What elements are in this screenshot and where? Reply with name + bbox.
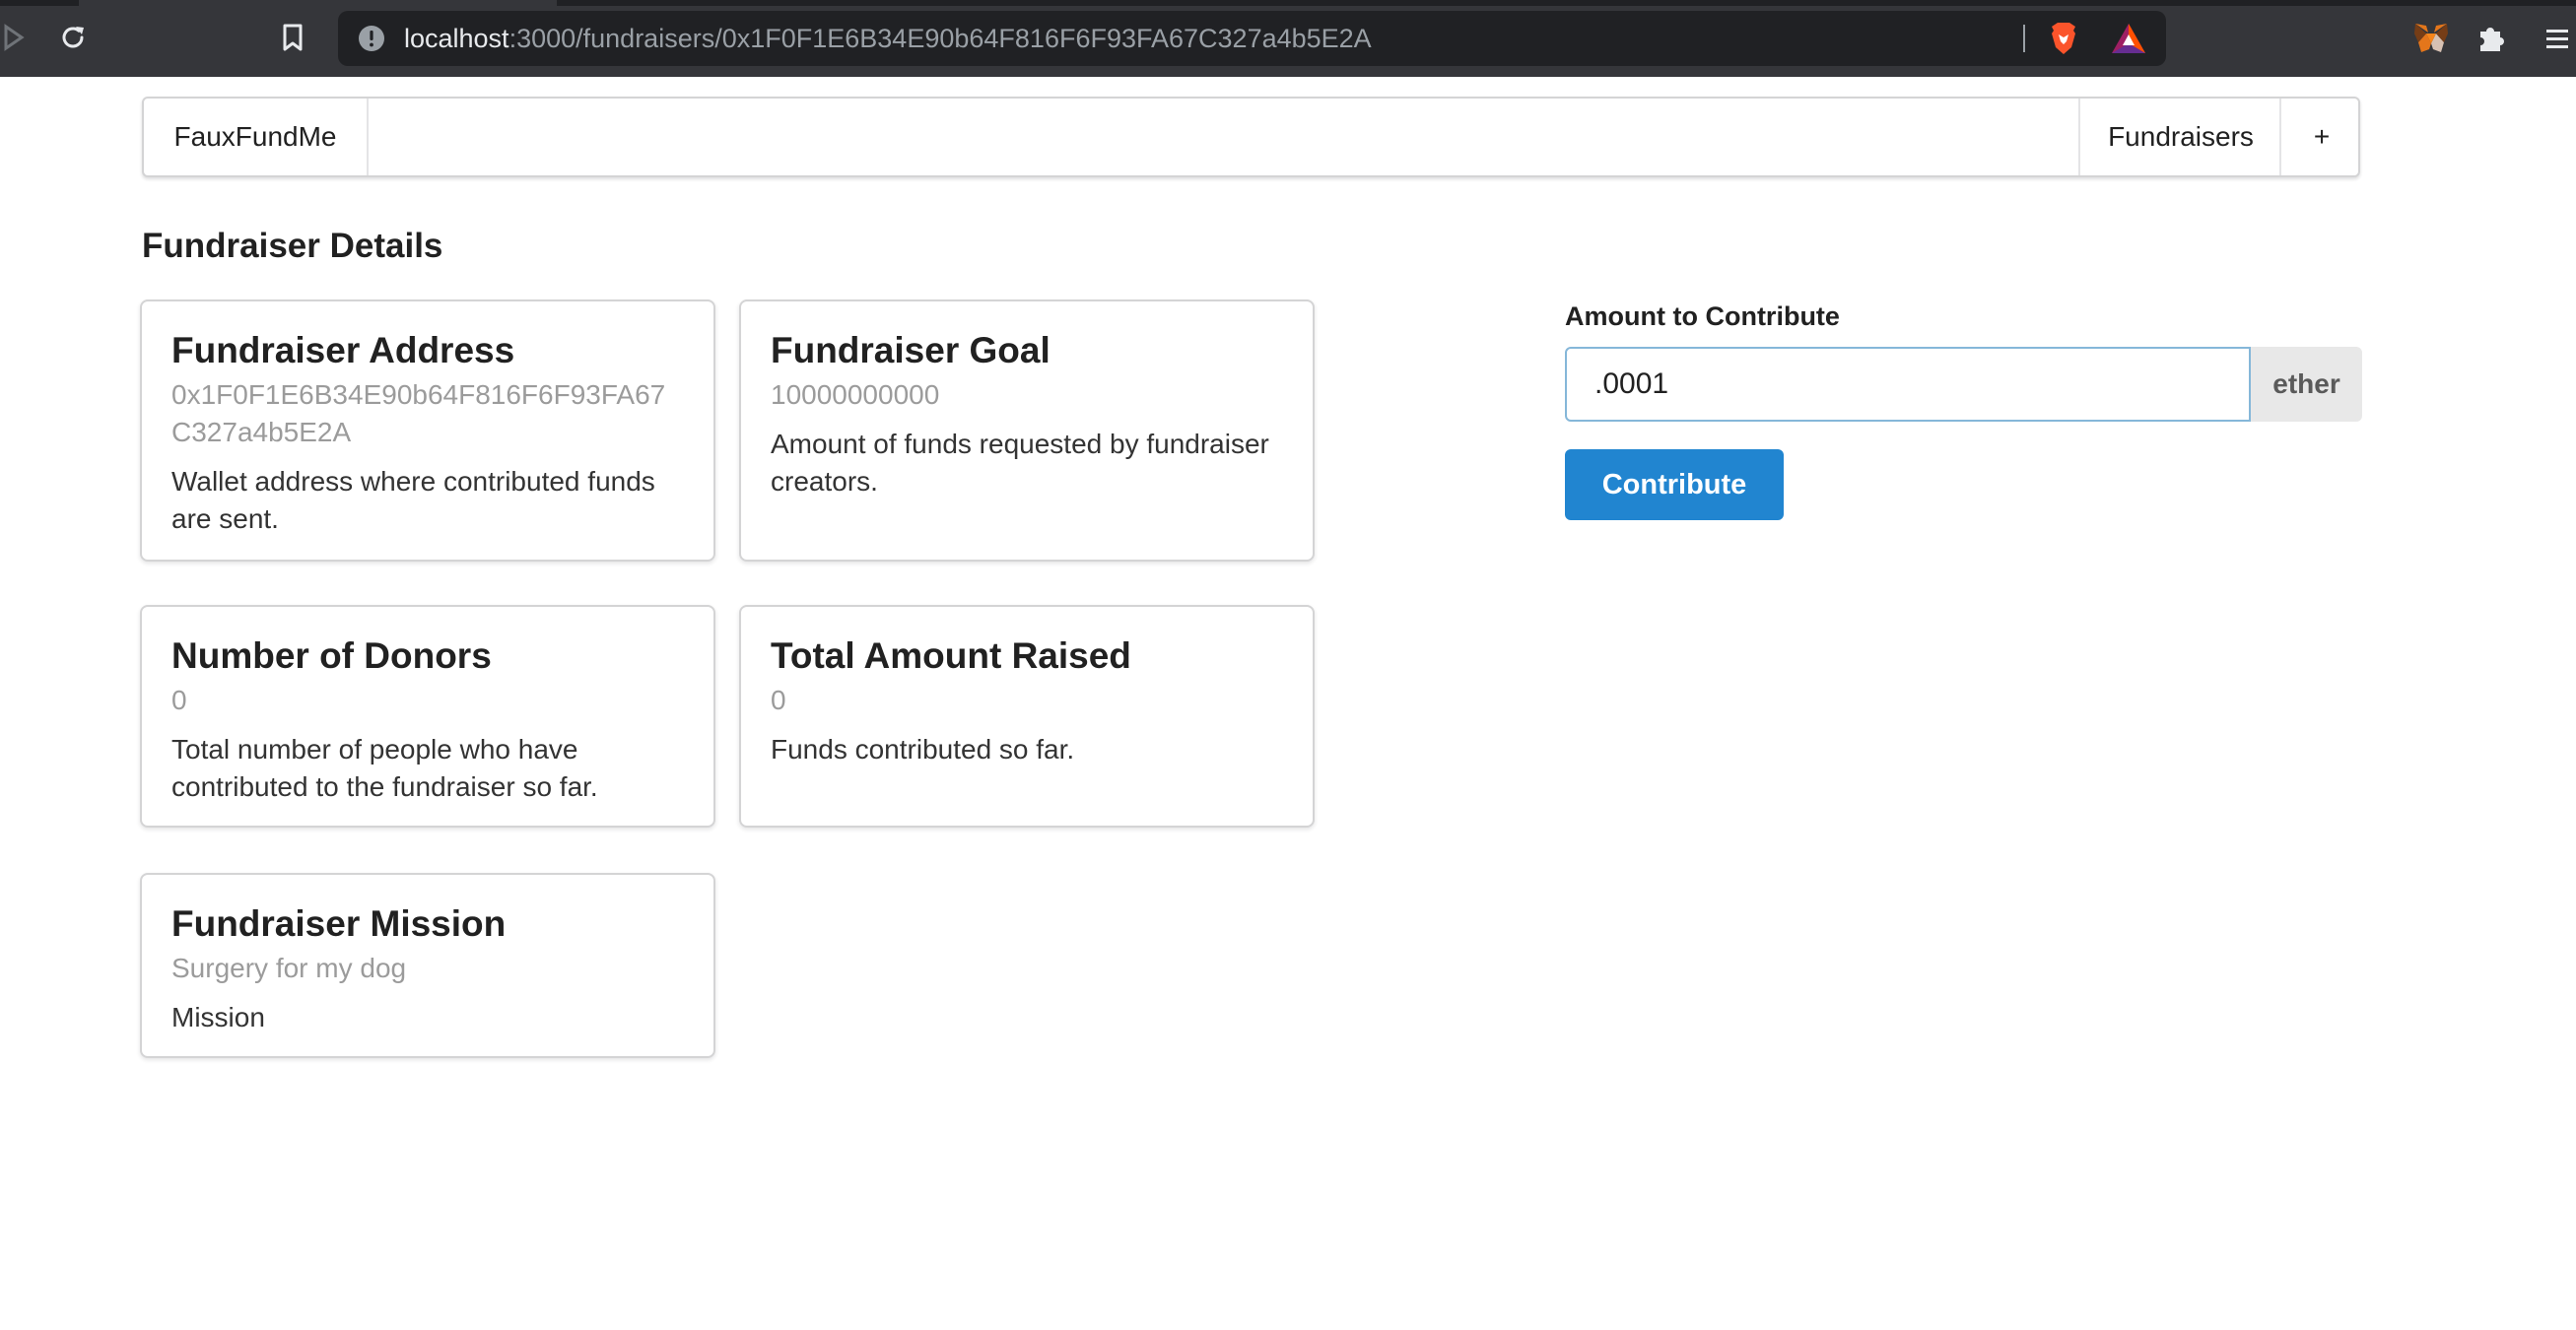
- url-host: localhost: [404, 24, 509, 53]
- site-info-icon[interactable]: [358, 25, 385, 52]
- metamask-icon[interactable]: [2411, 19, 2451, 58]
- url-separator: [2023, 25, 2025, 52]
- url-text[interactable]: localhost:3000/fundraisers/0x1F0F1E6B34E…: [404, 11, 1372, 66]
- card-header: Total Amount Raised: [771, 635, 1131, 676]
- active-tab[interactable]: [79, 0, 557, 6]
- card-meta: Surgery for my dog: [171, 953, 407, 983]
- new-fundraiser-link[interactable]: +: [2279, 99, 2362, 175]
- card-meta: 10000000000: [771, 379, 940, 410]
- contribute-button[interactable]: Contribute: [1565, 449, 1784, 520]
- card-header: Number of Donors: [171, 635, 492, 676]
- brand-link[interactable]: FauxFundMe: [144, 99, 369, 175]
- address-bar[interactable]: localhost:3000/fundraisers/0x1F0F1E6B34E…: [338, 11, 2166, 66]
- card-meta: 0: [171, 685, 187, 715]
- mission-card: Fundraiser Mission Surgery for my dog Mi…: [140, 873, 715, 1058]
- fundraisers-link[interactable]: Fundraisers: [2078, 99, 2281, 175]
- card-description: Mission: [171, 1002, 265, 1032]
- top-menu: FauxFundMe Fundraisers +: [142, 97, 2360, 177]
- url-path: :3000/fundraisers/0x1F0F1E6B34E90b64F816…: [508, 24, 1372, 53]
- card-header: Fundraiser Address: [171, 330, 515, 370]
- card-description: Funds contributed so far.: [771, 734, 1075, 765]
- amount-label: Amount to Contribute: [1565, 301, 1840, 331]
- brave-rewards-icon[interactable]: [2110, 22, 2147, 55]
- reload-icon[interactable]: [53, 18, 93, 57]
- play-icon[interactable]: [0, 18, 34, 57]
- address-card: Fundraiser Address 0x1F0F1E6B34E90b64F81…: [140, 299, 715, 562]
- card-meta: 0x1F0F1E6B34E90b64F816F6F93FA67C327a4b5E…: [171, 379, 666, 447]
- donors-card: Number of Donors 0 Total number of peopl…: [140, 605, 715, 828]
- card-header: Fundraiser Goal: [771, 330, 1051, 370]
- card-header: Fundraiser Mission: [171, 903, 507, 944]
- card-description: Total number of people who have contribu…: [171, 734, 598, 802]
- card-description: Wallet address where contributed funds a…: [171, 466, 655, 534]
- card-description: Amount of funds requested by fundraiser …: [771, 429, 1269, 497]
- page-title: Fundraiser Details: [142, 227, 443, 265]
- raised-card: Total Amount Raised 0 Funds contributed …: [739, 605, 1315, 828]
- menu-icon[interactable]: [2537, 19, 2576, 58]
- amount-input[interactable]: [1565, 347, 2251, 422]
- card-meta: 0: [771, 685, 786, 715]
- bookmark-icon[interactable]: [273, 18, 312, 57]
- brave-shields-icon[interactable]: [2046, 21, 2081, 56]
- ether-unit-label: ether: [2251, 347, 2362, 422]
- goal-card: Fundraiser Goal 10000000000 Amount of fu…: [739, 299, 1315, 562]
- browser-toolbar: localhost:3000/fundraisers/0x1F0F1E6B34E…: [0, 0, 2576, 77]
- extensions-icon[interactable]: [2472, 19, 2511, 58]
